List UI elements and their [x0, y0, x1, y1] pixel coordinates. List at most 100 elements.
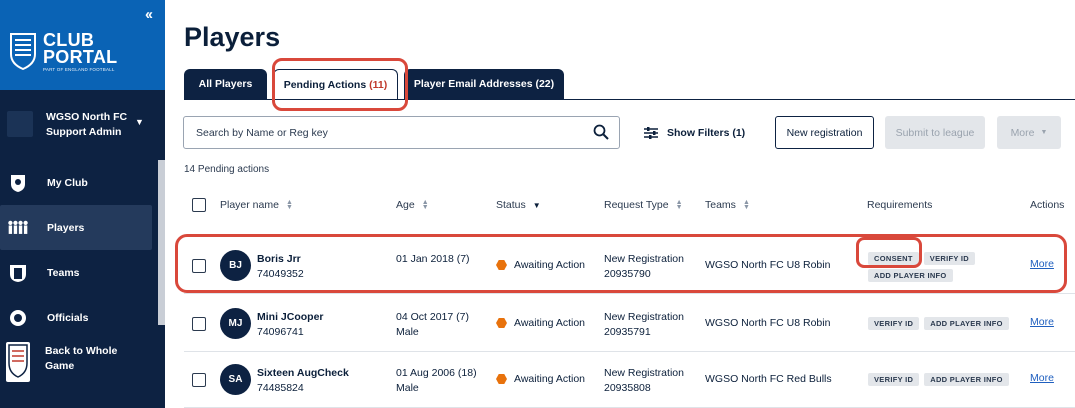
row-checkbox[interactable] [192, 373, 206, 387]
highlight-pending-tab [272, 58, 408, 111]
awaiting-hexagon-icon [496, 374, 507, 384]
age-gender: Male [396, 382, 419, 394]
sort-desc-icon: ▼ [532, 200, 541, 210]
search-icon[interactable] [593, 124, 609, 140]
player-reg: 74096741 [257, 326, 304, 338]
table-header: Player name ▲ ▼ Age ▲ ▼ Status ▼ Request T… [184, 192, 1075, 220]
brand-header: ‹‹ CLUB PORTAL PART OF ENGLAND FOOTBALL [0, 0, 165, 90]
tab-label: Player Email Addresses (22) [413, 78, 555, 90]
column-label: Request Type [604, 199, 669, 211]
highlight-consent-badge [856, 237, 922, 268]
column-label: Player name [220, 199, 279, 211]
official-icon [7, 307, 29, 329]
column-requirements: Requirements [867, 199, 932, 211]
search-input[interactable]: Search by Name or Reg key [183, 116, 620, 149]
column-label: Actions [1030, 199, 1065, 211]
sidebar-item-my-club[interactable]: My Club [0, 160, 158, 205]
request-type: New Registration [604, 311, 684, 323]
app-root: ‹‹ CLUB PORTAL PART OF ENGLAND FOOTBALL … [0, 0, 1075, 408]
chevrons-left-icon[interactable]: ‹‹ [145, 6, 153, 23]
player-name: Mini JCooper [257, 311, 324, 323]
show-filters-label: Show Filters (1) [667, 126, 746, 139]
fa-logo-icon [6, 342, 30, 382]
more-link[interactable]: More [1030, 372, 1054, 384]
sidebar-nav: My Club Players Teams Officials [0, 160, 158, 340]
requirement-badge: VERIFY ID [868, 317, 920, 330]
request-type: New Registration [604, 367, 684, 379]
age-cell: 01 Aug 2006 (18) Male [396, 366, 477, 396]
age-gender: Male [396, 326, 419, 338]
status-cell: Awaiting Action [496, 373, 585, 385]
team-shirt-icon [7, 262, 29, 284]
avatar: SA [220, 364, 251, 395]
row-checkbox[interactable] [192, 317, 206, 331]
age-dob: 04 Oct 2017 (7) [396, 311, 469, 323]
requirements-cell: VERIFY ID ADD PLAYER INFO [868, 317, 1028, 330]
avatar: MJ [220, 308, 251, 339]
page-title: Players [184, 22, 281, 52]
requirements-cell: VERIFY ID ADD PLAYER INFO [868, 373, 1028, 386]
pending-count: 14 Pending actions [184, 164, 270, 175]
club-selector[interactable]: WGSO North FC Support Admin ▼ [0, 90, 165, 158]
column-player-name[interactable]: Player name ▲ ▼ [220, 199, 293, 211]
sidebar-scrollbar[interactable] [158, 160, 165, 325]
more-dropdown-button[interactable]: More ▼ [997, 116, 1061, 149]
brand-title: CLUB PORTAL [43, 31, 118, 67]
tab-player-email-addresses[interactable]: Player Email Addresses (22) [404, 69, 564, 99]
request-type-cell: New Registration 20935791 [604, 310, 684, 340]
sidebar-item-label: Officials [47, 311, 89, 324]
sidebar-item-teams[interactable]: Teams [0, 250, 158, 295]
status-text: Awaiting Action [514, 373, 586, 385]
sidebar-item-players[interactable]: Players [0, 205, 152, 250]
age-dob: 01 Aug 2006 (18) [396, 367, 477, 379]
column-label: Status [496, 199, 526, 211]
caret-down-icon: ▼ [135, 117, 144, 127]
tab-label: All Players [198, 78, 253, 90]
sidebar-item-officials[interactable]: Officials [0, 295, 158, 340]
column-request-type[interactable]: Request Type ▲ ▼ [604, 199, 683, 211]
sort-icon: ▲ ▼ [421, 199, 429, 211]
sidebar-item-label: Players [47, 221, 85, 234]
sidebar: ‹‹ CLUB PORTAL PART OF ENGLAND FOOTBALL … [0, 0, 165, 408]
status-cell: Awaiting Action [496, 317, 585, 329]
column-status[interactable]: Status ▼ [496, 199, 541, 211]
more-label: More [1010, 126, 1035, 139]
request-id: 20935808 [604, 382, 651, 394]
requirement-badge: ADD PLAYER INFO [924, 373, 1009, 386]
team-cell: WGSO North FC Red Bulls [705, 373, 832, 385]
player-name-cell: Sixteen AugCheck 74485824 [257, 366, 349, 396]
request-id: 20935791 [604, 326, 651, 338]
submit-to-league-button[interactable]: Submit to league [885, 116, 985, 149]
sort-icon: ▲ ▼ [742, 199, 750, 211]
column-teams[interactable]: Teams ▲ ▼ [705, 199, 750, 211]
awaiting-hexagon-icon [496, 318, 507, 328]
club-role: Support Admin [46, 126, 122, 138]
select-all-checkbox[interactable] [192, 198, 206, 212]
team-cell: WGSO North FC U8 Robin [705, 317, 831, 329]
back-to-whole-game[interactable]: Back to Whole Game [0, 336, 165, 408]
shield-icon [7, 172, 29, 194]
player-name-cell: Mini JCooper 74096741 [257, 310, 324, 340]
new-registration-button[interactable]: New registration [775, 116, 874, 149]
sort-icon: ▲ ▼ [285, 199, 293, 211]
crest-icon [10, 33, 36, 70]
more-link[interactable]: More [1030, 316, 1054, 328]
table-row[interactable]: SA Sixteen AugCheck 74485824 01 Aug 2006… [184, 352, 1075, 408]
show-filters-button[interactable]: Show Filters (1) [643, 116, 745, 149]
players-icon [7, 217, 29, 239]
club-name-block: WGSO North FC Support Admin [46, 110, 127, 140]
column-actions: Actions [1030, 199, 1064, 211]
club-name: WGSO North FC [46, 111, 128, 123]
sort-icon: ▲ ▼ [675, 199, 683, 211]
column-age[interactable]: Age ▲ ▼ [396, 199, 429, 211]
tab-all-players[interactable]: All Players [184, 69, 267, 99]
column-label: Age [396, 199, 415, 211]
main-content: Players All Players Pending Actions (11)… [165, 0, 1075, 408]
player-reg: 74485824 [257, 382, 304, 394]
brand-title-line2: PORTAL [43, 47, 118, 67]
table-row[interactable]: MJ Mini JCooper 74096741 04 Oct 2017 (7)… [184, 296, 1075, 352]
request-type-cell: New Registration 20935808 [604, 366, 684, 396]
sidebar-item-label: My Club [47, 176, 88, 189]
sidebar-item-label: Teams [47, 266, 80, 279]
age-cell: 04 Oct 2017 (7) Male [396, 310, 469, 340]
